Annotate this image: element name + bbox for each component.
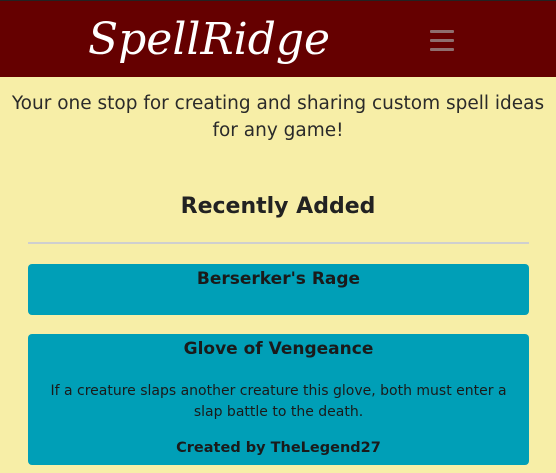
menu-bar-bottom <box>430 48 454 51</box>
recently-added-heading: Recently Added <box>180 194 376 219</box>
section-divider <box>28 242 529 244</box>
brand-logo[interactable]: SpellRidge <box>88 10 330 70</box>
menu-bar-middle <box>430 39 454 42</box>
menu-bar-top <box>430 30 454 33</box>
spell-card[interactable]: Glove of Vengeance If a creature slaps a… <box>28 334 529 465</box>
spell-card-title: Berserker's Rage <box>196 269 361 289</box>
navbar: SpellRidge <box>0 0 556 77</box>
spell-card-description: If a creature slaps another creature thi… <box>50 383 507 420</box>
tagline: Your one stop for creating and sharing c… <box>11 93 545 141</box>
spell-card[interactable]: Berserker's Rage <box>28 264 529 315</box>
hamburger-menu-icon[interactable] <box>426 25 458 55</box>
spell-card-author: Created by TheLegend27 <box>176 440 381 456</box>
spell-card-title: Glove of Vengeance <box>183 339 374 359</box>
